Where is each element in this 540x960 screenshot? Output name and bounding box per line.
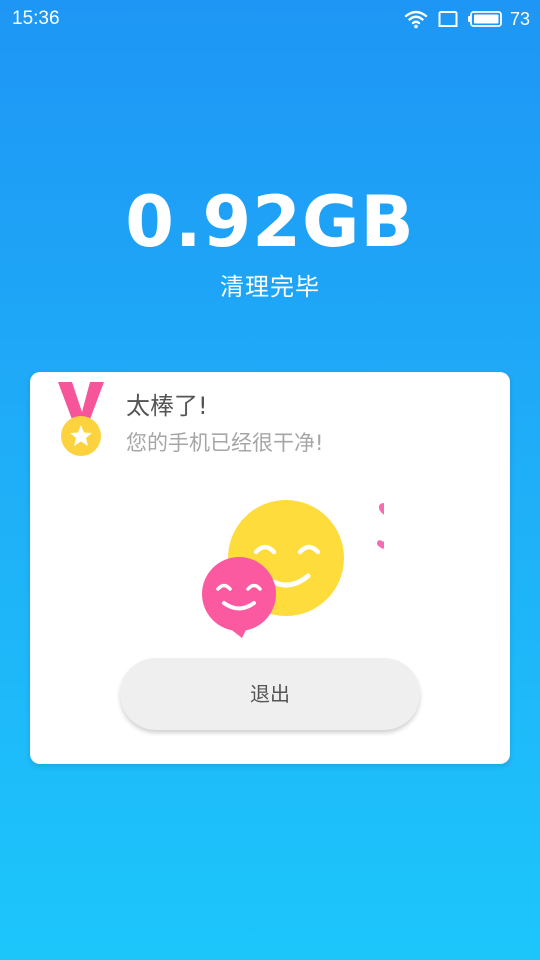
clean-status-text: 清理完毕 xyxy=(220,273,320,301)
card-subtitle: 您的手机已经很干净! xyxy=(126,431,324,455)
status-bar: 15:36 73 xyxy=(0,0,540,38)
hearts-icon xyxy=(377,503,384,549)
screen-icon xyxy=(438,11,458,27)
smiley-faces-illustration xyxy=(202,500,384,638)
wifi-icon xyxy=(404,10,428,29)
cleaned-size-value: 0.92GB xyxy=(125,181,415,263)
status-icons: 73 xyxy=(404,8,530,30)
battery-icon xyxy=(467,11,502,27)
exit-button[interactable]: 退出 xyxy=(120,658,420,730)
card-title: 太棒了! xyxy=(126,392,208,420)
status-time: 15:36 xyxy=(12,8,60,29)
result-card: 太棒了! 您的手机已经很干净! 退出 xyxy=(30,372,510,764)
medal-icon xyxy=(58,382,104,456)
battery-level: 73 xyxy=(509,8,530,29)
